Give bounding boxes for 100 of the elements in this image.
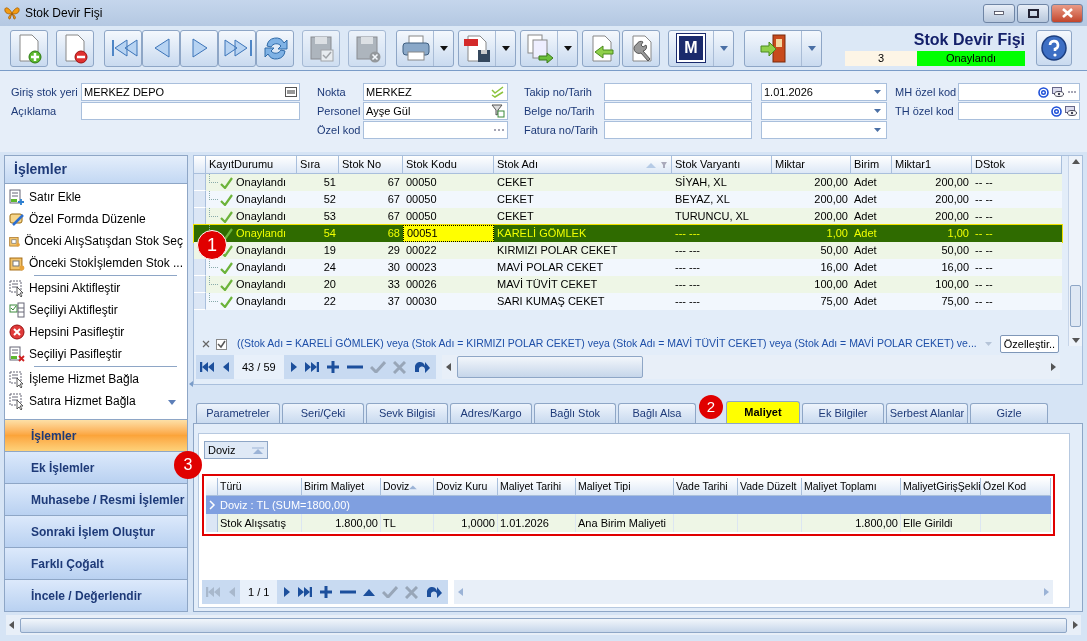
scroll-thumb[interactable]	[1070, 285, 1081, 327]
menu-item[interactable]: Özel Formda Düzenle	[9, 208, 183, 230]
customize-button[interactable]: Özelleştir..	[999, 335, 1060, 353]
table-cell-text: 22	[322, 294, 337, 310]
column-header[interactable]: Stok Kodu	[403, 156, 494, 173]
section-button[interactable]: İşlemler	[5, 419, 187, 451]
tab[interactable]: Gizle	[970, 403, 1048, 423]
more-icon	[1067, 90, 1077, 94]
action-icon	[9, 392, 25, 410]
section-button[interactable]: Muhasebe / Resmi İşlemler	[5, 483, 187, 515]
column-header[interactable]: KayıtDurumu	[206, 156, 297, 173]
caret-icon	[807, 45, 816, 51]
column-header[interactable]: Stok Adı	[494, 156, 672, 173]
table-row[interactable]: Onaylandı 22 37 00030 SARI KUMAŞ CEKET --- --- 75,00 Adet 75,00 -- --	[194, 293, 1062, 310]
menu-item[interactable]: Seçiliyi Aktifleştir	[9, 299, 183, 321]
menu-item[interactable]: Hepsini Pasifleştir	[9, 321, 183, 343]
scroll-thumb[interactable]	[20, 617, 1067, 633]
section-button[interactable]: Farklı Çoğalt	[5, 547, 187, 579]
checkbox[interactable]	[216, 338, 227, 350]
row-indicator[interactable]	[194, 276, 206, 293]
maximize-button[interactable]	[1017, 3, 1049, 23]
column-header[interactable]: Miktar1	[892, 156, 972, 173]
input-field[interactable]	[81, 102, 300, 120]
table-cell-text: CEKET	[496, 192, 535, 208]
input-field[interactable]	[363, 121, 508, 139]
close-button[interactable]	[1051, 3, 1083, 23]
first-icon[interactable]	[200, 361, 214, 373]
column-header[interactable]: Maliyet Toplamı	[802, 478, 901, 495]
column-header[interactable]: Doviz	[381, 478, 434, 495]
column-header[interactable]: Maliyet Tarihi	[498, 478, 576, 495]
column-header[interactable]: Vade Tarihi	[674, 478, 738, 495]
table-row[interactable]: Onaylandı 20 33 00026 MAVİ TÜVİT CEKET --- --- 100,00 Adet 100,00 -- --	[194, 276, 1062, 293]
tab[interactable]: Serbest Alanlar	[886, 403, 968, 423]
column-header[interactable]: Miktar	[772, 156, 851, 173]
input-field[interactable]	[604, 121, 752, 139]
tab[interactable]: Bağlı Stok	[534, 403, 616, 423]
section-button[interactable]: İncele / Değerlendir	[5, 579, 187, 611]
close-icon	[1061, 8, 1073, 18]
menu-item[interactable]: Satıra Hizmet Bağla	[9, 390, 183, 412]
tab[interactable]: Parametreler	[196, 403, 280, 423]
column-header[interactable]: Vade Düzelt	[738, 478, 802, 495]
date-field[interactable]	[761, 102, 887, 120]
menu-item[interactable]: Satır Ekle	[9, 186, 183, 208]
row-indicator[interactable]	[194, 259, 206, 276]
table-cell: 00051	[403, 225, 494, 242]
next-icon	[289, 361, 298, 373]
tab[interactable]: Seri/Çeki	[282, 403, 364, 423]
column-header[interactable]: Stok Varyantı	[672, 156, 772, 173]
input-field[interactable]	[604, 83, 752, 101]
tab[interactable]: Adres/Kargo	[450, 403, 532, 423]
row-indicator[interactable]	[194, 174, 206, 191]
tab[interactable]: Bağlı Alsa	[618, 403, 696, 423]
status-text: Onaylandı	[236, 294, 287, 310]
input-field[interactable]	[604, 102, 752, 120]
tab[interactable]: Sevk Bilgisi	[366, 403, 448, 423]
column-header[interactable]: Birim Maliyet	[302, 478, 381, 495]
scrollbar[interactable]	[454, 580, 1053, 604]
input-field[interactable]: MERKEZ	[363, 83, 508, 101]
input-field[interactable]: Ayşe Gül	[363, 102, 508, 120]
column-header[interactable]: MaliyetGirişŞekli	[901, 478, 981, 495]
date-field[interactable]	[761, 121, 887, 139]
column-header[interactable]: Maliyet Tipi	[576, 478, 674, 495]
row-indicator[interactable]	[194, 191, 206, 208]
field-label: Özel kod	[317, 122, 362, 138]
menu-item[interactable]: Hepsini Aktifleştir	[9, 277, 183, 299]
table-cell-text: 54	[322, 226, 337, 242]
column-header[interactable]: Sıra	[297, 156, 339, 173]
status-label: Onaylandı	[917, 51, 1025, 66]
date-field[interactable]: 1.01.2026	[761, 83, 887, 101]
close-icon	[202, 340, 210, 348]
input-field[interactable]	[958, 83, 1080, 101]
table-row[interactable]: Onaylandı 24 30 00023 MAVİ POLAR CEKET --- --- 16,00 Adet 16,00 -- --	[194, 259, 1062, 276]
row-indicator[interactable]	[194, 293, 206, 310]
column-header[interactable]: Stok No	[339, 156, 403, 173]
tab[interactable]: Ek Bilgiler	[802, 403, 884, 423]
group-chip[interactable]: Doviz	[204, 441, 268, 459]
menu-item[interactable]: Önceki AlışSatışdan Stok Seç	[9, 230, 183, 252]
input-field[interactable]: MERKEZ DEPO	[81, 83, 300, 101]
menu-item[interactable]: Seçiliyi Pasifleştir	[9, 343, 183, 365]
table-row[interactable]: Onaylandı 52 67 00050 CEKET BEYAZ, XL 200,00 Adet 200,00 -- --	[194, 191, 1062, 208]
scroll-thumb[interactable]	[456, 356, 643, 378]
table-row[interactable]: Onaylandı 51 67 00050 CEKET SİYAH, XL 200,00 Adet 200,00 -- --	[194, 174, 1062, 191]
scroll-down-icon	[168, 400, 176, 405]
column-header[interactable]: Doviz Kuru	[434, 478, 498, 495]
column-header[interactable]: Özel Kod	[981, 478, 1051, 495]
section-button[interactable]: Sonraki İşlem Oluştur	[5, 515, 187, 547]
column-header[interactable]: DStok	[972, 156, 1062, 173]
tab[interactable]: Maliyet	[726, 401, 800, 423]
table-cell-text: 67	[386, 192, 401, 208]
column-header[interactable]: Türü	[218, 478, 302, 495]
menu-item[interactable]: İşleme Hizmet Bağla	[9, 368, 183, 390]
row-indicator[interactable]	[206, 514, 218, 532]
scrollbar[interactable]	[1068, 156, 1082, 346]
minimize-button[interactable]	[983, 3, 1015, 23]
scrollbar[interactable]	[6, 615, 1081, 635]
column-header[interactable]: Birim	[851, 156, 892, 173]
help-button[interactable]	[1036, 30, 1072, 66]
menu-item[interactable]: Önceki Stokİşlemden Stok ...	[9, 252, 183, 274]
scrollbar[interactable]	[441, 355, 1060, 379]
input-field[interactable]	[958, 102, 1080, 120]
